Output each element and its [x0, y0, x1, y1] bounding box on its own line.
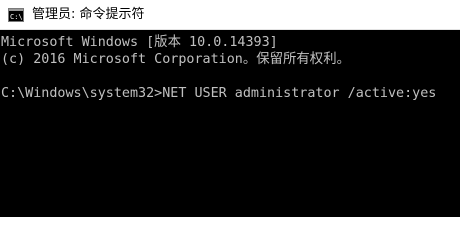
console-output: Microsoft Windows [版本 10.0.14393] (c) 20…	[1, 34, 460, 102]
command-prompt-icon: C:\	[8, 8, 24, 22]
console-area[interactable]: Microsoft Windows [版本 10.0.14393] (c) 20…	[0, 30, 460, 217]
console-line-copyright: (c) 2016 Microsoft Corporation。保留所有权利。	[1, 52, 350, 67]
cmd-window: C:\ 管理员: 命令提示符 Microsoft Windows [版本 10.…	[0, 0, 460, 217]
title-bar[interactable]: C:\ 管理员: 命令提示符	[0, 0, 460, 30]
svg-text:C:\: C:\	[10, 13, 23, 21]
console-line-version: Microsoft Windows [版本 10.0.14393]	[1, 35, 278, 50]
console-line-command: C:\Windows\system32>NET USER administrat…	[1, 86, 437, 101]
window-title: 管理员: 命令提示符	[32, 7, 145, 22]
